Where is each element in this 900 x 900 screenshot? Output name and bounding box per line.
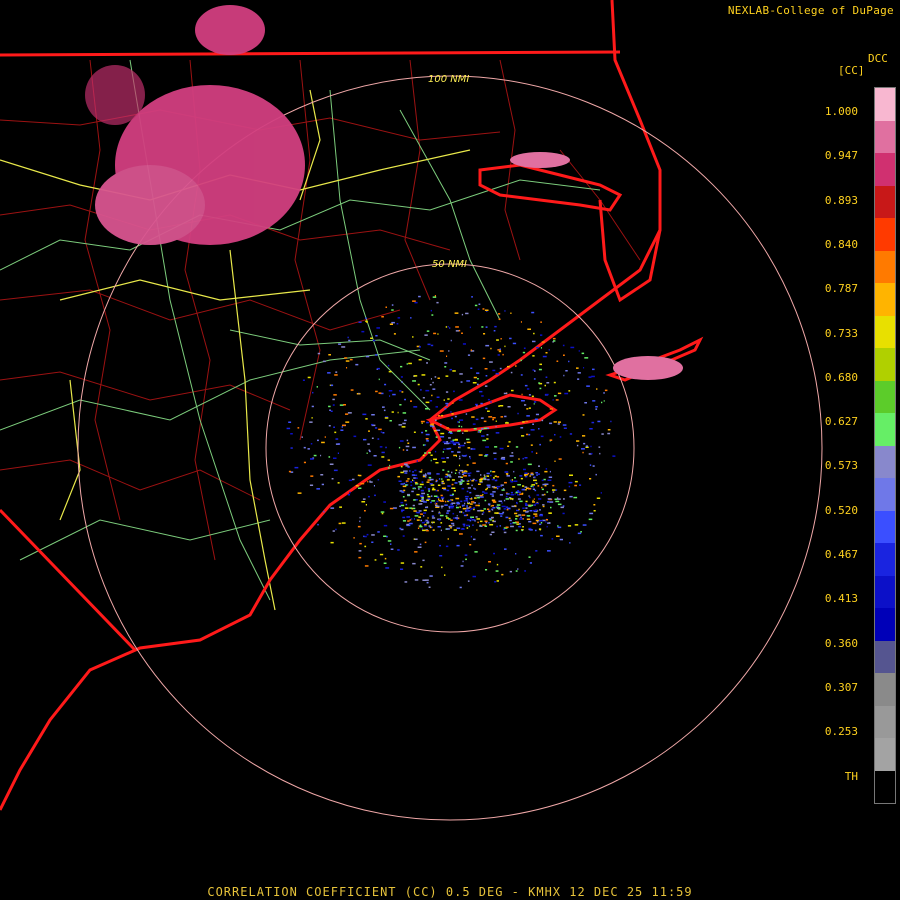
legend-tick: 0.360 <box>824 636 858 650</box>
legend-swatch <box>875 348 895 381</box>
legend-swatch <box>875 510 895 543</box>
legend-swatch <box>875 640 895 673</box>
legend-swatch <box>875 673 895 706</box>
legend-tick: 0.307 <box>824 680 858 694</box>
legend-swatch <box>875 380 895 413</box>
ring-label-50: 50 NMI <box>432 259 467 270</box>
legend-swatch <box>875 315 895 348</box>
legend-swatch <box>875 445 895 478</box>
color-legend: DCC [CC] 1.000 0.947 0.893 0.840 0.787 0.733 0… <box>808 52 900 812</box>
legend-swatch <box>875 608 895 641</box>
legend-tick: TH <box>844 769 858 783</box>
legend-swatch <box>875 250 895 283</box>
legend-tick: 0.787 <box>824 282 858 296</box>
legend-tick: 1.000 <box>824 105 858 118</box>
ring-label-100: 100 NMI <box>428 74 469 85</box>
product-caption: CORRELATION COEFFICIENT (CC) 0.5 DEG - K… <box>207 885 693 899</box>
legend-tick: 0.627 <box>824 415 858 429</box>
legend-swatch <box>875 185 895 218</box>
legend-title: DCC <box>868 52 888 65</box>
legend-tick: 0.413 <box>824 592 858 606</box>
legend-swatch <box>875 575 895 608</box>
legend-tick: 0.840 <box>824 237 858 251</box>
credit-label: NEXLAB-College of DuPage <box>727 4 894 17</box>
legend-tick: 0.520 <box>824 503 858 517</box>
legend-swatch <box>875 218 895 251</box>
legend-tick: 0.573 <box>824 459 858 473</box>
legend-swatch <box>875 770 895 803</box>
legend-tick: 0.733 <box>824 326 858 340</box>
radar-map: 100 NMI 50 NMI <box>0 0 900 900</box>
legend-tick: 0.893 <box>824 193 858 207</box>
legend-swatch <box>875 543 895 576</box>
legend-swatch <box>875 738 895 771</box>
legend-swatch <box>875 705 895 738</box>
legend-swatch <box>875 88 895 121</box>
legend-swatch <box>875 153 895 186</box>
legend-swatch <box>875 120 895 153</box>
legend-swatch <box>875 478 895 511</box>
legend-unit: [CC] <box>838 64 865 77</box>
legend-swatch <box>875 413 895 446</box>
legend-tick: 0.680 <box>824 370 858 384</box>
legend-tick: 0.947 <box>824 149 858 163</box>
legend-tick: 0.467 <box>824 548 858 561</box>
legend-swatch <box>875 283 895 316</box>
legend-color-bar <box>874 87 896 804</box>
legend-tick: 0.253 <box>824 725 858 739</box>
